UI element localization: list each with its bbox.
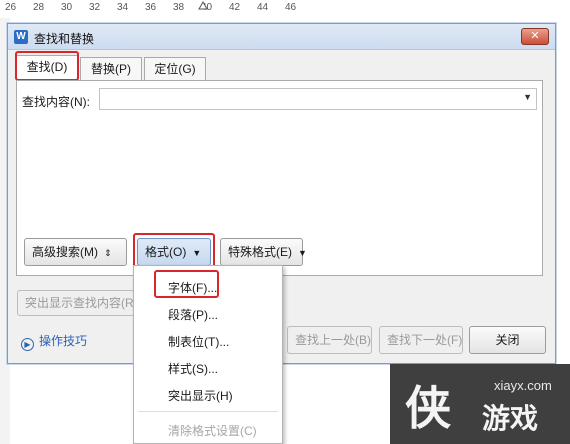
- special-format-label: 特殊格式(E): [228, 245, 292, 259]
- find-next-label: 查找下一处(F): [387, 333, 463, 347]
- close-button[interactable]: 关闭: [469, 326, 546, 354]
- format-button-highlight: [133, 233, 215, 268]
- indent-marker-icon[interactable]: [198, 0, 208, 10]
- ruler-number: 38: [173, 2, 185, 13]
- double-arrow-icon: ⇕: [104, 248, 112, 258]
- menu-item-paragraph[interactable]: 段落(P)...: [168, 306, 218, 323]
- watermark-site: xiayx.com: [494, 378, 552, 393]
- find-next-button[interactable]: 查找下一处(F): [379, 326, 463, 354]
- tab-replace[interactable]: 替换(P): [80, 57, 142, 81]
- menu-item-clear-format[interactable]: 清除格式设置(C): [168, 422, 257, 439]
- menu-separator: [138, 411, 278, 412]
- watermark-name: 游戏: [482, 403, 539, 434]
- advanced-search-label: 高级搜索(M): [32, 245, 98, 259]
- ruler-number: 34: [117, 2, 129, 13]
- play-icon: ▶: [21, 338, 34, 351]
- close-label: 关闭: [495, 333, 520, 347]
- close-icon[interactable]: ✕: [521, 28, 549, 45]
- tips-link[interactable]: ▶ 操作技巧: [21, 332, 87, 351]
- ruler-number: 32: [89, 2, 101, 13]
- wps-app-icon: W: [14, 30, 28, 44]
- find-previous-label: 查找上一处(B): [295, 333, 371, 347]
- ruler-number: 26: [5, 2, 17, 13]
- ruler-number: 28: [33, 2, 45, 13]
- ruler-number: 42: [229, 2, 241, 13]
- menu-item-font-highlight: [154, 270, 219, 298]
- tips-label: 操作技巧: [39, 334, 88, 348]
- tab-goto[interactable]: 定位(G): [144, 57, 206, 81]
- menu-item-tabs[interactable]: 制表位(T)...: [168, 333, 229, 350]
- highlight-results-button[interactable]: 突出显示查找内容(R): [17, 290, 139, 316]
- chevron-down-icon: ▼: [298, 248, 307, 258]
- find-previous-button[interactable]: 查找上一处(B): [287, 326, 372, 354]
- menu-item-highlight[interactable]: 突出显示(H): [168, 387, 233, 404]
- watermark-logo: 侠: [405, 382, 451, 434]
- tab-find-highlight: [15, 51, 79, 81]
- menu-item-style[interactable]: 样式(S)...: [168, 360, 218, 377]
- ruler-number: 44: [257, 2, 269, 13]
- ruler-number: 36: [145, 2, 157, 13]
- special-format-button[interactable]: 特殊格式(E) ▼: [220, 238, 307, 266]
- find-content-input[interactable]: ▼: [99, 88, 537, 110]
- chevron-down-icon[interactable]: ▼: [523, 92, 532, 102]
- dialog-titlebar[interactable]: W 查找和替换 ✕: [8, 24, 555, 50]
- find-content-label: 查找内容(N):: [22, 95, 90, 109]
- ruler-number: 46: [285, 2, 297, 13]
- ruler-number: 30: [61, 2, 73, 13]
- advanced-search-button[interactable]: 高级搜索(M) ⇕: [24, 238, 127, 266]
- dialog-title: 查找和替换: [34, 32, 95, 46]
- highlight-results-label: 突出显示查找内容(R): [25, 296, 138, 310]
- ruler: 26 28 30 32 34 36 38 40 42 44 46: [0, 0, 570, 18]
